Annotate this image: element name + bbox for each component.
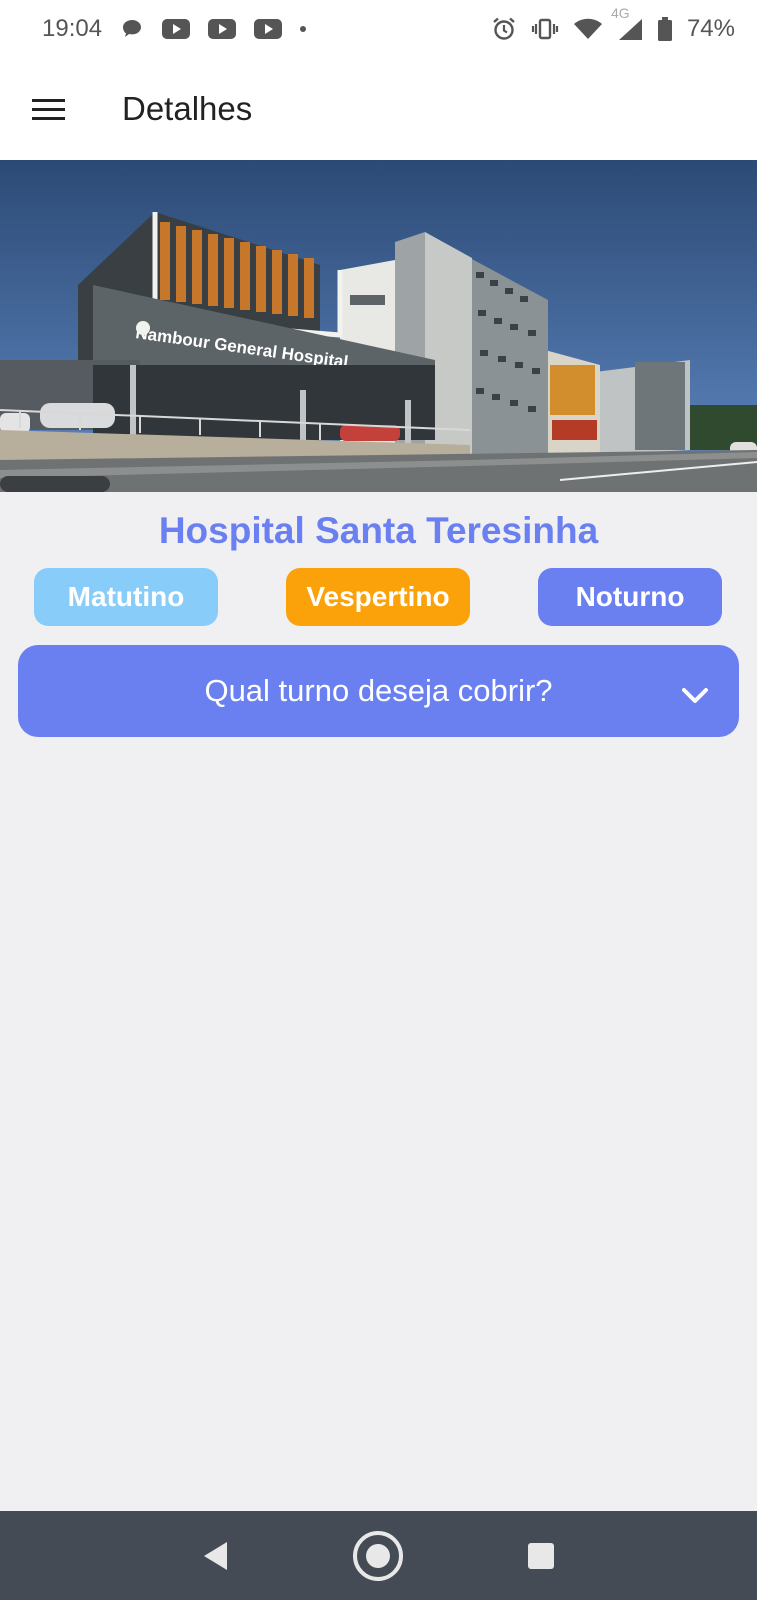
shift-afternoon-button[interactable]: Vespertino (286, 568, 470, 626)
home-circle-icon[interactable] (348, 1526, 408, 1586)
status-bar: 19:04 4G 74% (0, 0, 757, 58)
back-triangle-icon[interactable] (186, 1526, 246, 1586)
status-left: 19:04 (42, 15, 307, 43)
chat-bubble-icon (120, 17, 144, 41)
page-title: Detalhes (122, 90, 253, 127)
youtube-icon (208, 19, 237, 39)
app-bar: Detalhes (0, 58, 757, 160)
alarm-icon (491, 16, 517, 42)
hamburger-menu-icon[interactable] (24, 85, 72, 133)
shift-select-dropdown[interactable]: Qual turno deseja cobrir? (18, 645, 739, 737)
status-time: 19:04 (42, 15, 103, 42)
vibrate-icon (531, 17, 559, 41)
shift-night-button[interactable]: Noturno (538, 568, 722, 626)
youtube-icon (162, 19, 191, 39)
signal-icon: 4G (611, 5, 643, 41)
status-right: 4G 74% (491, 5, 735, 43)
hospital-name: Hospital Santa Teresinha (158, 510, 599, 551)
chevron-down-icon (681, 677, 709, 713)
recents-square-icon[interactable] (511, 1526, 571, 1586)
shift-morning-button[interactable]: Matutino (34, 568, 218, 626)
wifi-icon (573, 17, 603, 41)
dot-icon (300, 26, 307, 32)
battery-icon (657, 16, 673, 42)
battery-percent: 74% (686, 15, 735, 42)
youtube-icon (254, 19, 283, 39)
dropdown-label: Qual turno deseja cobrir? (204, 673, 553, 708)
hospital-image: Nambour General Hospital (0, 160, 757, 492)
system-nav-bar (0, 1511, 757, 1600)
network-type: 4G (610, 5, 630, 21)
